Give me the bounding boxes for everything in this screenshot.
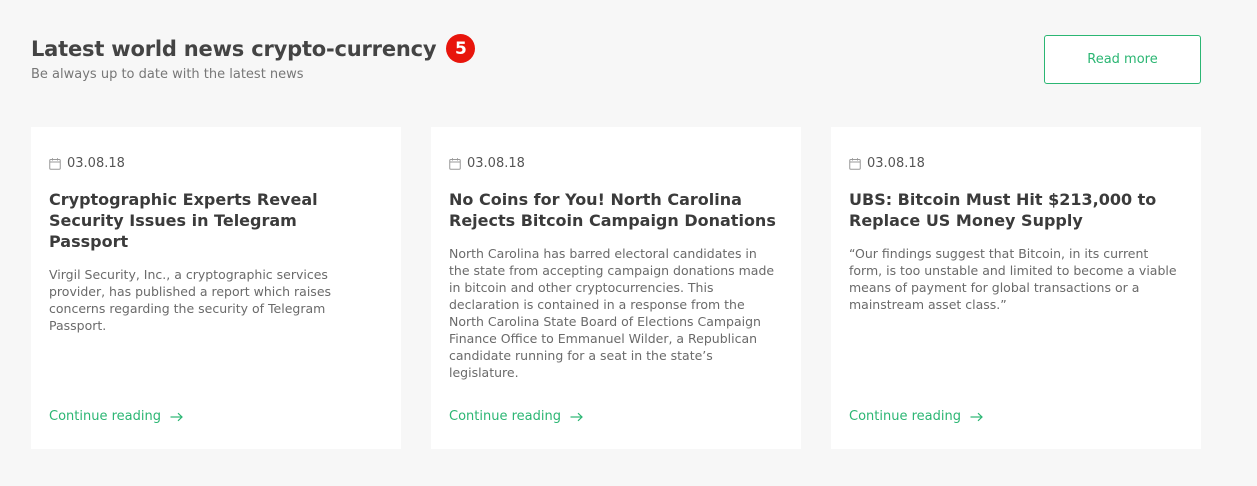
- news-section: Latest world news crypto-currency 5 Be a…: [0, 0, 1257, 486]
- post-title-line-2: Rejects Bitcoin Campaign Donations: [449, 211, 776, 230]
- continue-reading-link[interactable]: Continue reading: [49, 409, 183, 424]
- continue-reading-link[interactable]: Continue reading: [849, 409, 983, 424]
- post-excerpt: North Carolina has barred electoral cand…: [449, 246, 775, 380]
- continue-reading-label: Continue reading: [849, 409, 961, 424]
- post-title[interactable]: UBS: Bitcoin Must Hit $213,000 to Replac…: [849, 189, 1179, 231]
- post-title-line-2: Security Issues in Telegram Passport: [49, 211, 297, 251]
- news-cards: 03.08.18 Cryptographic Experts Reveal Se…: [31, 127, 1201, 449]
- section-subtitle: Be always up to date with the latest new…: [31, 67, 304, 82]
- calendar-icon: [49, 157, 61, 170]
- section-header: Latest world news crypto-currency 5 Be a…: [31, 34, 1201, 94]
- arrow-right-icon: [570, 412, 583, 421]
- date-row: 03.08.18: [449, 156, 783, 171]
- continue-reading-label: Continue reading: [449, 409, 561, 424]
- date-row: 03.08.18: [849, 156, 1183, 171]
- news-card: 03.08.18 UBS: Bitcoin Must Hit $213,000 …: [831, 127, 1201, 449]
- post-date: 03.08.18: [867, 156, 925, 171]
- arrow-right-icon: [170, 412, 183, 421]
- continue-reading-link[interactable]: Continue reading: [449, 409, 583, 424]
- title-row: Latest world news crypto-currency 5: [31, 34, 1201, 63]
- news-card: 03.08.18 Cryptographic Experts Reveal Se…: [31, 127, 401, 449]
- post-excerpt: Virgil Security, Inc., a cryptographic s…: [49, 267, 332, 333]
- section-title: Latest world news crypto-currency: [31, 36, 437, 61]
- calendar-icon: [849, 157, 861, 170]
- post-excerpt: “Our findings suggest that Bitcoin, in i…: [849, 246, 1177, 312]
- post-date: 03.08.18: [467, 156, 525, 171]
- date-row: 03.08.18: [49, 156, 383, 171]
- post-title-line-1: No Coins for You! North Carolina: [449, 190, 742, 209]
- calendar-icon: [449, 157, 461, 170]
- continue-reading-label: Continue reading: [49, 409, 161, 424]
- post-title-line-2: Replace US Money Supply: [849, 211, 1083, 230]
- news-card: 03.08.18 No Coins for You! North Carolin…: [431, 127, 801, 449]
- post-date: 03.08.18: [67, 156, 125, 171]
- arrow-right-icon: [970, 412, 983, 421]
- read-more-button[interactable]: Read more: [1044, 35, 1201, 84]
- post-title[interactable]: No Coins for You! North Carolina Rejects…: [449, 189, 779, 231]
- post-title-line-1: UBS: Bitcoin Must Hit $213,000 to: [849, 190, 1157, 209]
- post-title[interactable]: Cryptographic Experts Reveal Security Is…: [49, 189, 379, 252]
- post-title-line-1: Cryptographic Experts Reveal: [49, 190, 318, 209]
- notification-badge: 5: [446, 34, 476, 63]
